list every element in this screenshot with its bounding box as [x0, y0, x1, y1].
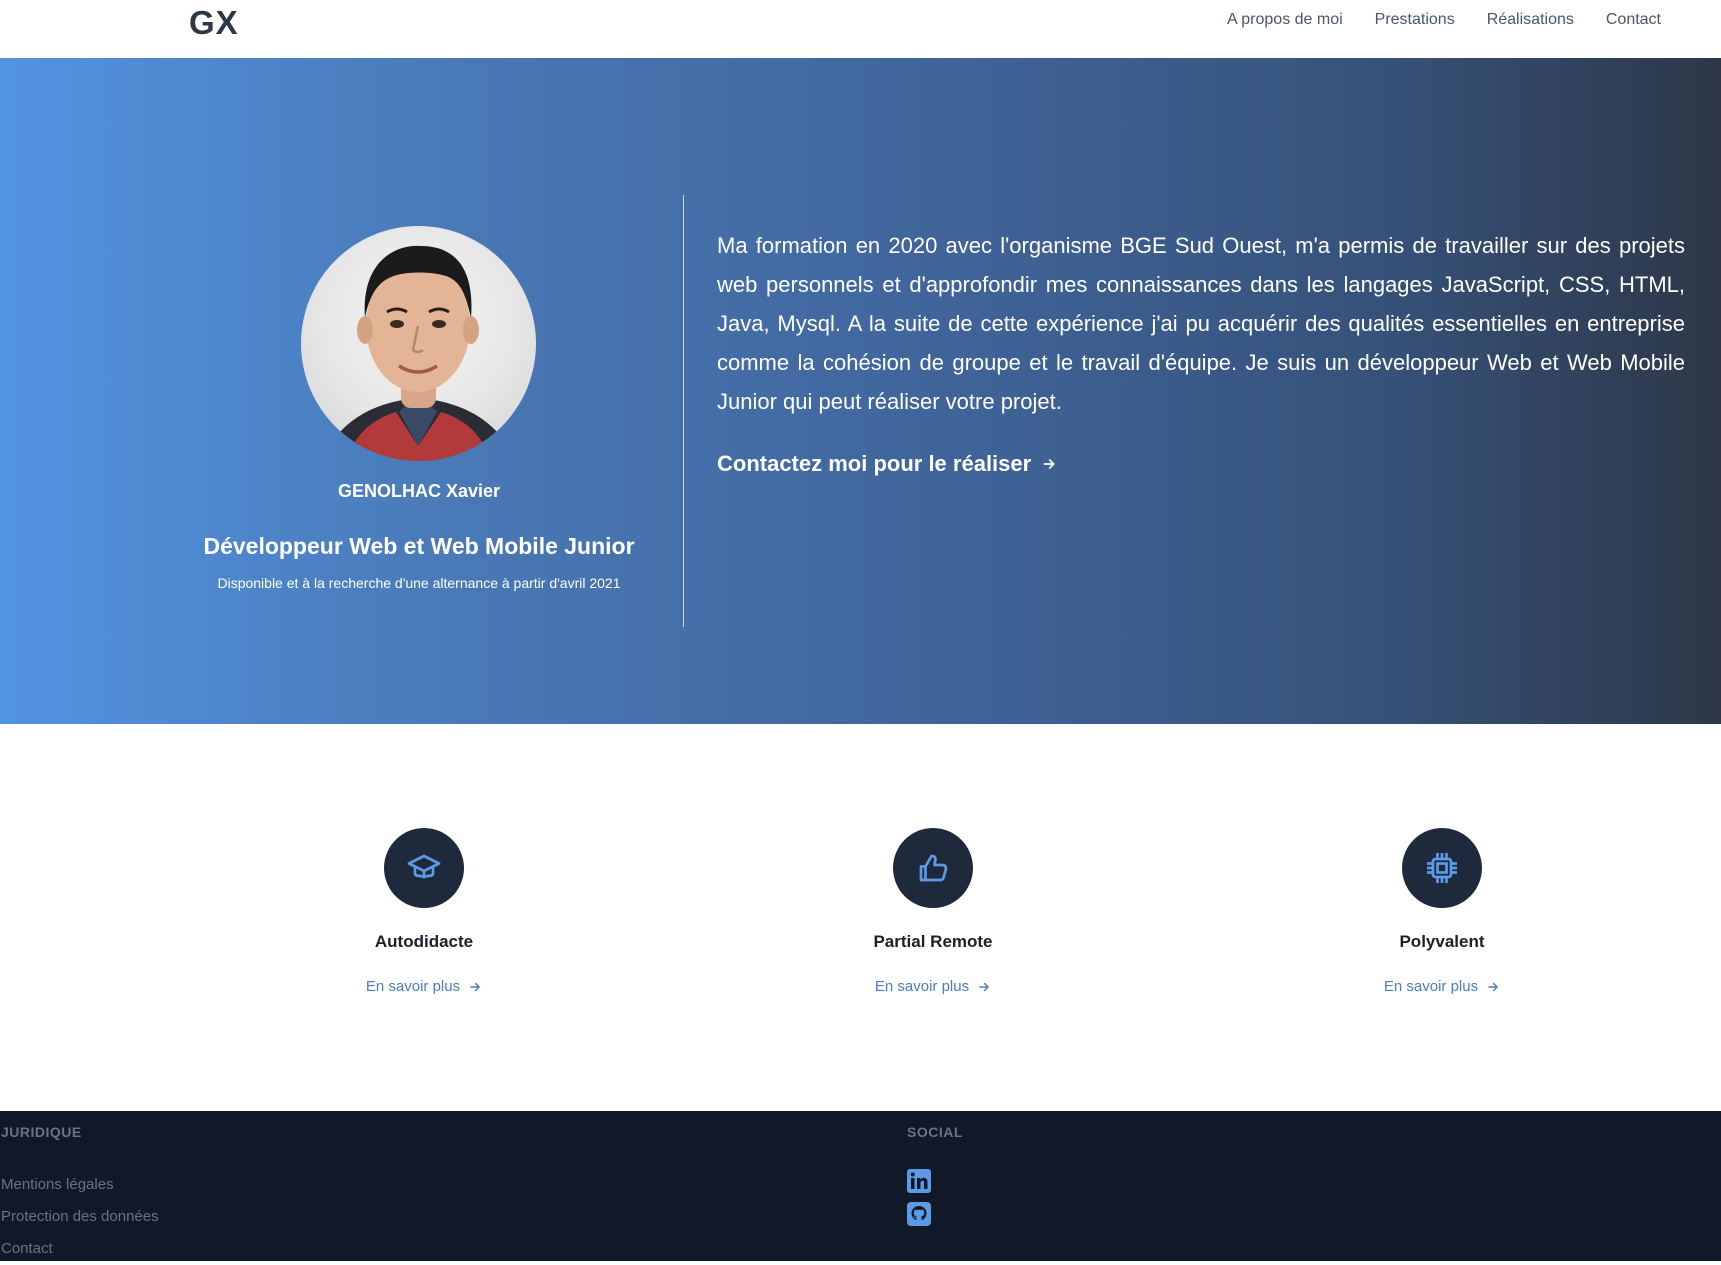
learn-more-link[interactable]: En savoir plus	[875, 978, 991, 995]
social-heading: SOCIAL	[907, 1124, 963, 1140]
nav-link-projects[interactable]: Réalisations	[1487, 11, 1574, 29]
nav-link-contact[interactable]: Contact	[1606, 11, 1661, 29]
profile-card: GENOLHAC Xavier Développeur Web et Web M…	[0, 58, 684, 724]
learn-more-link[interactable]: En savoir plus	[366, 978, 482, 995]
profile-role: Développeur Web et Web Mobile Junior	[203, 533, 635, 559]
contact-cta-label: Contactez moi pour le réaliser	[717, 451, 1032, 476]
main-nav: A propos de moi Prestations Réalisations…	[1227, 11, 1661, 29]
avatar	[301, 226, 536, 461]
arrow-right-icon	[1043, 459, 1055, 469]
site-logo[interactable]: GX	[189, 4, 239, 42]
feature-title: Partial Remote	[873, 932, 993, 951]
features-section: Autodidacte En savoir plus Partial Remot…	[0, 724, 1721, 1111]
legal-heading: JURIDIQUE	[1, 1124, 82, 1140]
learn-more-link[interactable]: En savoir plus	[1384, 978, 1500, 995]
feature-icon-circle	[1402, 828, 1482, 908]
feature-icon-circle	[893, 828, 973, 908]
learn-more-label: En savoir plus	[874, 978, 970, 995]
feature-icon-circle	[384, 828, 464, 908]
hero-divider	[683, 195, 684, 627]
footer-link-legal-notice[interactable]: Mentions légales	[1, 1169, 159, 1201]
feature-autodidacte: Autodidacte En savoir plus	[274, 828, 574, 996]
feature-partial-remote: Partial Remote En savoir plus	[783, 828, 1083, 996]
cpu-chip-icon	[1427, 853, 1457, 883]
learn-more-label: En savoir plus	[1383, 978, 1479, 995]
availability-text: Disponible et à la recherche d'une alter…	[217, 575, 621, 591]
graduation-cap-icon	[407, 854, 441, 879]
site-footer: JURIDIQUE Mentions légales Protection de…	[0, 1111, 1721, 1261]
footer-link-contact[interactable]: Contact	[1, 1233, 159, 1265]
nav-link-services[interactable]: Prestations	[1375, 11, 1455, 29]
feature-title: Polyvalent	[1399, 932, 1485, 951]
github-icon[interactable]	[907, 1202, 931, 1226]
footer-link-data-protection[interactable]: Protection des données	[1, 1201, 159, 1233]
feature-polyvalent: Polyvalent En savoir plus	[1292, 828, 1592, 996]
arrow-right-icon	[1488, 982, 1498, 991]
linkedin-icon[interactable]	[907, 1169, 931, 1193]
bio-paragraph: Ma formation en 2020 avec l'organisme BG…	[717, 233, 1685, 414]
site-header: GX A propos de moi Prestations Réalisati…	[0, 0, 1721, 58]
feature-title: Autodidacte	[374, 932, 474, 951]
arrow-right-icon	[979, 982, 989, 991]
learn-more-label: En savoir plus	[365, 978, 461, 995]
hero-section: GENOLHAC Xavier Développeur Web et Web M…	[0, 58, 1721, 724]
social-links	[907, 1169, 931, 1235]
arrow-right-icon	[470, 982, 480, 991]
contact-cta-link[interactable]: Contactez moi pour le réaliser	[717, 451, 1057, 477]
legal-links: Mentions légales Protection des données …	[1, 1169, 159, 1265]
portrait-photo	[321, 245, 516, 461]
profile-name: GENOLHAC Xavier	[337, 481, 501, 501]
thumbs-up-icon	[919, 854, 948, 882]
nav-link-about[interactable]: A propos de moi	[1227, 11, 1343, 29]
